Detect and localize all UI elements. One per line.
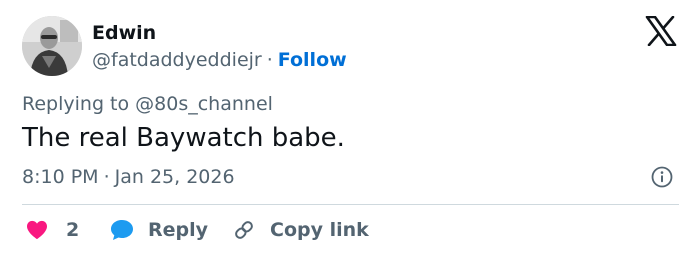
avatar-image (22, 16, 82, 76)
tweet-text: The real Baywatch babe. (22, 123, 345, 153)
avatar[interactable] (22, 16, 82, 76)
tweet-date: Jan 25, 2026 (114, 166, 235, 188)
timestamp[interactable]: 8:10 PM · Jan 25, 2026 (22, 166, 235, 188)
reply-button[interactable]: Reply (110, 215, 208, 245)
heart-icon (27, 220, 47, 240)
copy-link-button[interactable]: Copy link (232, 215, 369, 245)
handle-separator: · (266, 49, 273, 71)
like-button[interactable]: 2 (26, 215, 79, 245)
copy-link-label: Copy link (270, 219, 369, 241)
author-name[interactable]: Edwin (92, 22, 156, 44)
action-bar: 2 Reply Copy link (22, 215, 682, 245)
time-separator: · (103, 166, 110, 188)
handle-line: @fatdaddyeddiejr · Follow (92, 49, 347, 71)
speech-bubble-icon (111, 220, 133, 240)
like-count: 2 (66, 219, 80, 241)
author-handle[interactable]: @fatdaddyeddiejr (92, 49, 262, 71)
replying-to[interactable]: Replying to @80s_channel (22, 93, 273, 115)
info-icon[interactable] (651, 166, 673, 188)
reply-label: Reply (148, 219, 209, 241)
x-logo-icon[interactable] (645, 16, 677, 46)
divider (22, 204, 679, 205)
tweet-time: 8:10 PM (22, 166, 99, 188)
tweet-card: Edwin @fatdaddyeddiejr · Follow Replying t… (0, 0, 700, 256)
link-icon (235, 221, 253, 239)
follow-button[interactable]: Follow (278, 49, 347, 71)
